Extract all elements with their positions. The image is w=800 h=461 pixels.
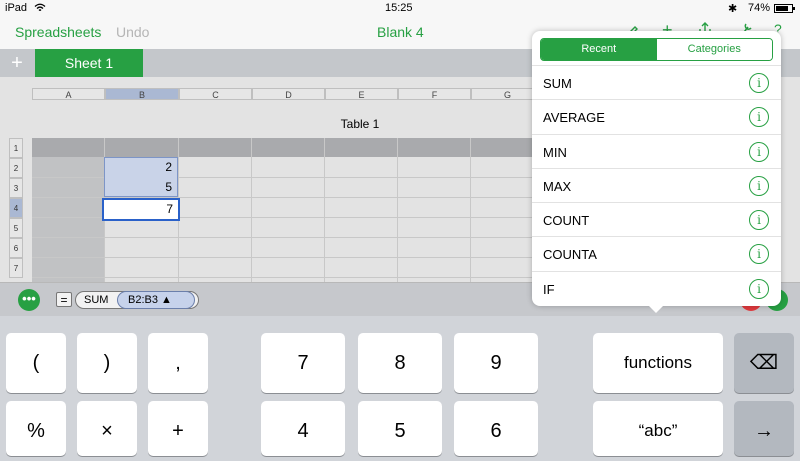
document-title: Blank 4: [377, 24, 424, 40]
next-key[interactable]: →: [734, 401, 794, 456]
wifi-icon: [34, 3, 46, 16]
segmented-control: Recent Categories: [540, 38, 773, 61]
function-label: MIN: [543, 144, 567, 160]
key-multiply[interactable]: ×: [77, 401, 137, 456]
info-icon[interactable]: i: [749, 278, 769, 299]
key-6[interactable]: 6: [454, 401, 538, 456]
tab-recent[interactable]: Recent: [541, 39, 657, 60]
key-7[interactable]: 7: [261, 333, 345, 393]
bluetooth-icon: ✱: [728, 3, 738, 15]
status-bar: iPad 15:25 ✱ 74%: [0, 0, 800, 16]
column-header-d[interactable]: D: [252, 88, 325, 100]
info-icon[interactable]: i: [749, 107, 769, 128]
column-header-e[interactable]: E: [325, 88, 398, 100]
more-icon[interactable]: •••: [18, 289, 40, 311]
battery-percent: 74%: [748, 2, 771, 14]
function-row-sum[interactable]: SUM i: [532, 65, 781, 99]
key-9[interactable]: 9: [454, 333, 538, 393]
row-header-6[interactable]: 6: [9, 238, 23, 258]
function-label: MAX: [543, 178, 572, 194]
key-5[interactable]: 5: [358, 401, 442, 456]
key-percent[interactable]: %: [6, 401, 66, 456]
function-label: SUM: [543, 76, 572, 91]
function-row-max[interactable]: MAX i: [532, 167, 781, 202]
delete-key[interactable]: ⌫: [734, 333, 794, 393]
function-row-average[interactable]: AVERAGE i: [532, 99, 781, 133]
function-list: SUM i AVERAGE i MIN i MAX i COUNT i COUNTA i I…: [532, 65, 781, 305]
row-header-2[interactable]: 2: [9, 158, 23, 178]
functions-popover: Recent Categories SUM i AVERAGE i MIN i MAX…: [532, 31, 781, 306]
function-label: AVERAGE: [543, 110, 605, 126]
tab-categories[interactable]: Categories: [656, 39, 772, 60]
function-row-if[interactable]: IF i: [532, 270, 781, 305]
sheet-tab[interactable]: Sheet 1: [35, 49, 143, 77]
undo-button[interactable]: Undo: [116, 24, 149, 40]
info-icon[interactable]: i: [749, 210, 769, 231]
grid-line: [32, 257, 580, 258]
text-key[interactable]: “abc”: [593, 401, 723, 456]
key-plus[interactable]: +: [148, 401, 208, 456]
key-close-paren[interactable]: ): [77, 333, 137, 393]
key-open-paren[interactable]: (: [6, 333, 66, 393]
function-label: IF: [543, 281, 555, 297]
battery-icon: [774, 4, 796, 16]
column-header-c[interactable]: C: [179, 88, 252, 100]
formula-keyboard: ( ) , 7 8 9 functions ⌫ % × + 4 5 6 “abc…: [0, 316, 800, 456]
info-icon[interactable]: i: [749, 73, 769, 93]
device-label: iPad: [5, 2, 28, 14]
function-name: SUM: [84, 294, 109, 306]
cell-b3[interactable]: 5: [104, 177, 178, 197]
clock: 15:25: [385, 2, 413, 14]
popover-arrow: [646, 303, 666, 313]
grid-line: [32, 277, 580, 278]
function-label: COUNTA: [543, 247, 597, 263]
cell-b4-active[interactable]: 7: [102, 198, 180, 221]
function-label: COUNT: [543, 213, 590, 229]
key-8[interactable]: 8: [358, 333, 442, 393]
row-header-3[interactable]: 3: [9, 178, 23, 198]
function-row-count[interactable]: COUNT i: [532, 202, 781, 236]
grid-line: [32, 237, 580, 238]
add-sheet-icon[interactable]: +: [6, 52, 28, 74]
key-comma[interactable]: ,: [148, 333, 208, 393]
equals-sign: =: [56, 292, 72, 307]
key-4[interactable]: 4: [261, 401, 345, 456]
info-icon[interactable]: i: [749, 175, 769, 196]
functions-key[interactable]: functions: [593, 333, 723, 393]
spreadsheets-button[interactable]: Spreadsheets: [15, 24, 101, 40]
info-icon[interactable]: i: [749, 244, 769, 265]
function-row-min[interactable]: MIN i: [532, 133, 781, 168]
table-title[interactable]: Table 1: [330, 117, 390, 131]
row-header-4[interactable]: 4: [9, 198, 23, 218]
range-token[interactable]: B2:B3 ▲: [117, 291, 195, 309]
function-row-counta[interactable]: COUNTA i: [532, 236, 781, 270]
column-header-b[interactable]: B: [105, 88, 179, 100]
info-icon[interactable]: i: [749, 141, 769, 162]
row-header-7[interactable]: 7: [9, 258, 23, 278]
cell-b2[interactable]: 2: [104, 157, 178, 177]
table-header-row: [32, 138, 580, 157]
row-header-5[interactable]: 5: [9, 218, 23, 238]
column-header-a[interactable]: A: [32, 88, 105, 100]
column-header-f[interactable]: F: [398, 88, 471, 100]
row-header-1[interactable]: 1: [9, 138, 23, 158]
